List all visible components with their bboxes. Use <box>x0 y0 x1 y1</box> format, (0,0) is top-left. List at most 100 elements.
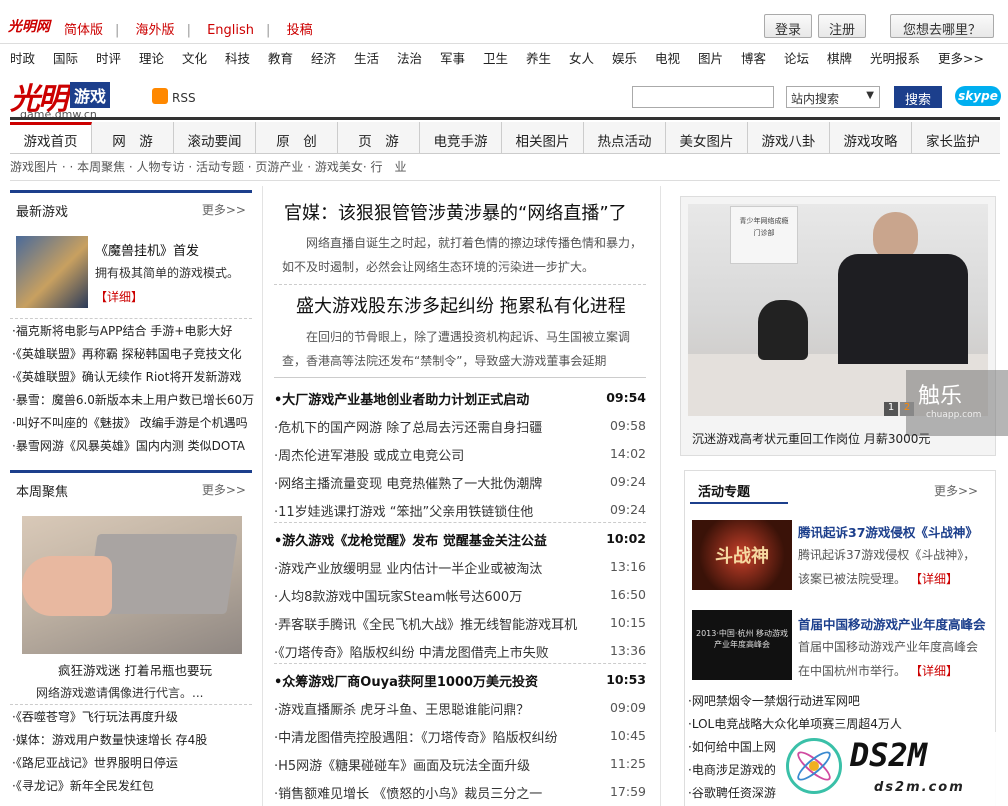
search-button[interactable]: 搜索 <box>894 86 942 108</box>
tab-esports[interactable]: 电竞手游 <box>420 122 502 153</box>
news-row[interactable]: ·销售额难见增长 《愤怒的小鸟》裁员三分之一 17:59 <box>274 777 646 805</box>
nav-item[interactable]: 经济 <box>311 48 336 67</box>
weekly-caption[interactable]: 疯狂游戏迷 打着吊瓶也要玩 <box>58 660 212 679</box>
news-title[interactable]: ·《刀塔传奇》陷版权纠纷 中清龙图借壳上市失败 <box>274 642 549 661</box>
game-thumbnail[interactable] <box>16 236 88 308</box>
nav-more[interactable]: 更多>> <box>938 48 984 67</box>
tab-guides[interactable]: 游戏攻略 <box>830 122 912 153</box>
news-title[interactable]: ·人均8款游戏中国玩家Steam帐号达600万 <box>274 586 522 605</box>
news-title[interactable]: ·H5网游《糖果碰碰车》画面及玩法全面升级 <box>274 755 530 774</box>
tab-events[interactable]: 热点活动 <box>584 122 666 153</box>
nav-item[interactable]: 博客 <box>741 48 766 67</box>
tab-gossip[interactable]: 游戏八卦 <box>748 122 830 153</box>
weekly-photo[interactable] <box>22 516 242 654</box>
news-row[interactable]: •众筹游戏厂商Ouya获阿里1000万美元投资 10:53 <box>274 665 646 693</box>
news-title[interactable]: ·网络主播流量变现 电竞热催熟了一大批伪潮牌 <box>274 473 542 492</box>
nav-item[interactable]: 棋牌 <box>827 48 852 67</box>
nav-item[interactable]: 电视 <box>655 48 680 67</box>
nav-item[interactable]: 养生 <box>526 48 551 67</box>
nav-item[interactable]: 论坛 <box>784 48 809 67</box>
tab-pictures[interactable]: 相关图片 <box>502 122 584 153</box>
nav-item[interactable]: 光明报系 <box>870 48 920 67</box>
topic-image[interactable]: 2013·中国·杭州 移动游戏产业年度高峰会 <box>692 610 792 680</box>
detail-link[interactable]: 【详细】 <box>916 664 958 678</box>
list-item[interactable]: ·《英雄联盟》再称霸 探秘韩国电子竞技文化 <box>12 343 254 366</box>
list-item[interactable]: ·《英雄联盟》确认无续作 Riot将开发新游戏 <box>12 366 254 389</box>
news-title[interactable]: ·危机下的国产网游 除了总局去污还需自身扫疆 <box>274 417 542 436</box>
list-item[interactable]: ·暴雪：魔兽6.0新版本未上用户数已增长60万 <box>12 389 254 412</box>
news-row[interactable]: ·弄客联手腾讯《全民飞机大战》推无线智能游戏耳机 10:15 <box>274 608 646 636</box>
news-row[interactable]: ·危机下的国产网游 除了总局去污还需自身扫疆 09:58 <box>274 411 646 439</box>
news-title[interactable]: ·游戏直播厮杀 虎牙斗鱼、王思聪谁能问鼎？ <box>274 699 529 718</box>
nav-item[interactable]: 时政 <box>10 48 35 67</box>
link-contribute[interactable]: 投稿 <box>287 23 313 38</box>
rss-icon[interactable] <box>152 88 168 104</box>
pager-2[interactable]: 2 <box>900 402 914 416</box>
topic-title[interactable]: 首届中国移动游戏产业年度高峰会 <box>798 614 986 633</box>
feature-title[interactable]: 《魔兽挂机》首发 <box>95 240 199 259</box>
detail-link[interactable]: 【详细】 <box>916 572 958 586</box>
headline-1[interactable]: 官媒：该狠狠管管涉黄涉暴的“网络直播”了 <box>284 199 627 225</box>
news-row[interactable]: •游久游戏《龙枪觉醒》发布 觉醒基金关注公益 10:02 <box>274 524 646 552</box>
site-logo[interactable]: 光明网 <box>8 16 50 36</box>
news-row[interactable]: ·H5网游《糖果碰碰车》画面及玩法全面升级 11:25 <box>274 749 646 777</box>
pager-1[interactable]: 1 <box>884 402 898 416</box>
nav-item[interactable]: 时评 <box>96 48 121 67</box>
news-title[interactable]: •游久游戏《龙枪觉醒》发布 觉醒基金关注公益 <box>274 530 547 549</box>
tab-beauty[interactable]: 美女图片 <box>666 122 748 153</box>
sub-nav[interactable]: 游戏图片 · · 本周聚焦 · 人物专访 · 活动专题 · 页游产业 · 游戏美… <box>10 158 406 175</box>
nav-item[interactable]: 理论 <box>139 48 164 67</box>
photo-caption[interactable]: 沉迷游戏高考状元重回工作岗位 月薪3000元 <box>692 430 930 447</box>
nav-item[interactable]: 科技 <box>225 48 250 67</box>
news-row[interactable]: •大厂游戏产业基地创业者助力计划正式启动 09:54 <box>274 383 646 411</box>
news-row[interactable]: ·游戏直播厮杀 虎牙斗鱼、王思聪谁能问鼎？ 09:09 <box>274 693 646 721</box>
topic-title[interactable]: 腾讯起诉37游戏侵权《斗战神》 <box>798 522 978 541</box>
news-title[interactable]: ·11岁娃逃课打游戏 “笨拙”父亲用铁链锁住他 <box>274 501 533 520</box>
news-row[interactable]: ·11岁娃逃课打游戏 “笨拙”父亲用铁链锁住他 09:24 <box>274 495 646 523</box>
news-row[interactable]: ·中清龙图借壳控股遇阻：《刀塔传奇》陷版权纠纷 10:45 <box>274 721 646 749</box>
link-english[interactable]: English <box>207 23 254 38</box>
news-title[interactable]: ·中清龙图借壳控股遇阻：《刀塔传奇》陷版权纠纷 <box>274 727 558 746</box>
detail-link[interactable]: 【详细】 <box>95 288 143 305</box>
news-title[interactable]: ·游戏产业放缓明显 业内估计一半企业或被淘汰 <box>274 558 542 577</box>
nav-item[interactable]: 文化 <box>182 48 207 67</box>
login-button[interactable]: 登录 <box>764 14 812 38</box>
news-row[interactable]: ·游戏产业放缓明显 业内估计一半企业或被淘汰 13:16 <box>274 552 646 580</box>
more-link[interactable]: 更多>> <box>202 481 246 498</box>
tab-original[interactable]: 原 创 <box>256 122 338 153</box>
nav-item[interactable]: 卫生 <box>483 48 508 67</box>
news-row[interactable]: ·《刀塔传奇》陷版权纠纷 中清龙图借壳上市失败 13:36 <box>274 636 646 664</box>
news-title[interactable]: ·周杰伦进军港股 或成立电竞公司 <box>274 445 464 464</box>
where-dropdown[interactable]: 您想去哪里？ <box>890 14 994 38</box>
game-logo[interactable]: 光明 游戏 game.gmw.cn <box>10 74 111 121</box>
nav-item[interactable]: 国际 <box>53 48 78 67</box>
nav-item[interactable]: 军事 <box>440 48 465 67</box>
news-row[interactable]: ·人均8款游戏中国玩家Steam帐号达600万 16:50 <box>274 580 646 608</box>
news-title[interactable]: ·弄客联手腾讯《全民飞机大战》推无线智能游戏耳机 <box>274 614 577 633</box>
nav-item[interactable]: 生活 <box>354 48 379 67</box>
news-title[interactable]: •众筹游戏厂商Ouya获阿里1000万美元投资 <box>274 671 538 690</box>
list-item[interactable]: ·媒体：游戏用户数量快速增长 存4股 <box>12 729 254 752</box>
list-item[interactable]: ·暴雪网游《风暴英雄》国内内测 类似DOTA <box>12 435 254 458</box>
nav-item[interactable]: 娱乐 <box>612 48 637 67</box>
link-simplified[interactable]: 简体版 <box>64 23 103 38</box>
list-item[interactable]: ·网吧禁烟令一禁烟行动进军网吧 <box>688 690 988 713</box>
nav-item[interactable]: 图片 <box>698 48 723 67</box>
topic-image[interactable]: 斗战神 <box>692 520 792 590</box>
headline-2[interactable]: 盛大游戏股东涉多起纠纷 拖累私有化进程 <box>296 292 626 318</box>
register-button[interactable]: 注册 <box>818 14 866 38</box>
nav-item[interactable]: 教育 <box>268 48 293 67</box>
list-item[interactable]: ·《寻龙记》新年全民发红包 <box>12 775 254 798</box>
link-overseas[interactable]: 海外版 <box>136 23 175 38</box>
search-input[interactable] <box>632 86 774 108</box>
tab-parental[interactable]: 家长监护 <box>912 122 994 153</box>
nav-item[interactable]: 女人 <box>569 48 594 67</box>
tab-webgame[interactable]: 页 游 <box>338 122 420 153</box>
more-link[interactable]: 更多>> <box>934 482 978 499</box>
news-title[interactable]: •大厂游戏产业基地创业者助力计划正式启动 <box>274 389 529 408</box>
tab-rolling[interactable]: 滚动要闻 <box>174 122 256 153</box>
news-title[interactable]: ·销售额难见增长 《愤怒的小鸟》裁员三分之一 <box>274 783 542 802</box>
search-scope-select[interactable]: 站内搜索 ▼ <box>786 86 880 108</box>
list-item[interactable]: ·福克斯将电影与APP结合 手游+电影大好 <box>12 320 254 343</box>
tab-home[interactable]: 游戏首页 <box>10 122 92 153</box>
